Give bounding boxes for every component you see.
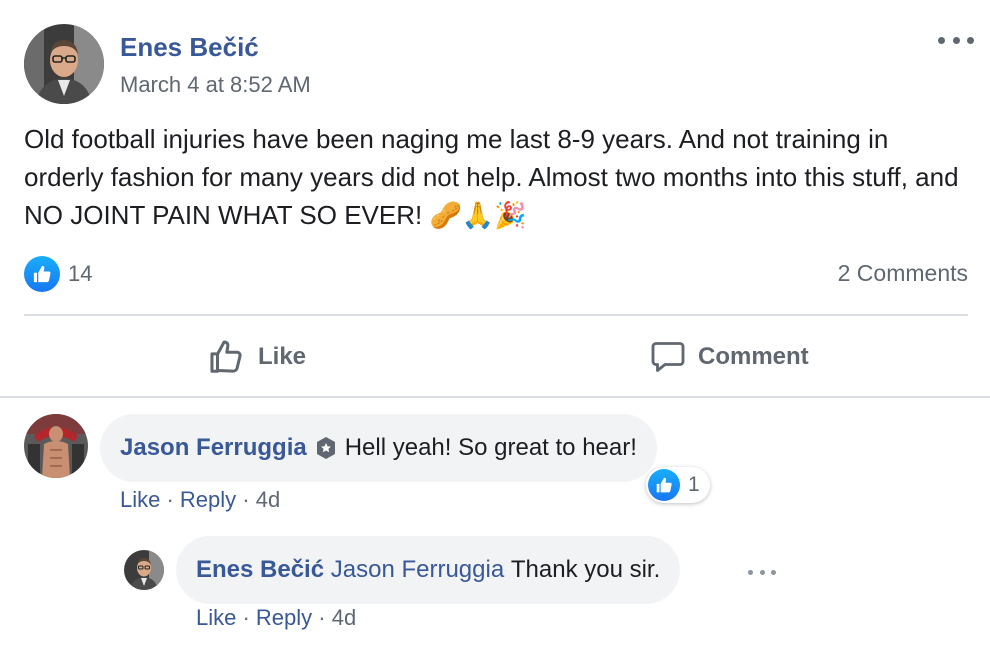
speech-bubble-icon xyxy=(651,342,685,372)
comment-age[interactable]: 4d xyxy=(256,487,280,512)
comment-button-label: Comment xyxy=(698,343,809,370)
reply-meta: Like · Reply · 4d xyxy=(196,605,357,630)
commenter-avatar[interactable] xyxy=(24,414,88,478)
comment-author-name[interactable]: Jason Ferruggia xyxy=(120,434,307,462)
comment-reaction-pill[interactable]: 1 xyxy=(646,467,710,503)
reply-like-link[interactable]: Like xyxy=(196,605,236,630)
reply-age[interactable]: 4d xyxy=(332,605,356,630)
reply-reply-link[interactable]: Reply xyxy=(256,605,312,630)
comment-meta: Like · Reply · 4d xyxy=(120,487,281,512)
like-button-label: Like xyxy=(258,343,307,370)
comment-bubble: Jason Ferruggia Hell yeah! So great to h… xyxy=(100,414,657,482)
thumbs-up-icon xyxy=(24,256,60,292)
comment-button[interactable]: Comment xyxy=(650,332,809,382)
reply-bubble: Enes Bečić Jason Ferruggia Thank you sir… xyxy=(176,536,681,604)
thumbs-up-outline-icon xyxy=(210,340,242,373)
post-author-name[interactable]: Enes Bečić xyxy=(120,32,259,63)
reaction-count: 14 xyxy=(68,261,93,286)
comment-text: Hell yeah! So great to hear! xyxy=(344,434,637,461)
post-timestamp[interactable]: March 4 at 8:52 AM xyxy=(120,72,311,98)
comment-like-link[interactable]: Like xyxy=(120,487,160,512)
reply-author-avatar[interactable] xyxy=(124,550,164,590)
comment-reaction-count: 1 xyxy=(688,473,700,496)
comment-reply-link[interactable]: Reply xyxy=(180,487,236,512)
top-fan-badge-icon xyxy=(316,437,335,459)
more-horizontal-icon[interactable] xyxy=(748,568,776,576)
divider xyxy=(24,314,968,316)
reaction-summary[interactable]: 14 xyxy=(24,256,92,292)
reply-mention[interactable]: Jason Ferruggia xyxy=(331,556,504,584)
reply-author-name[interactable]: Enes Bečić xyxy=(196,556,324,584)
author-avatar[interactable] xyxy=(24,24,104,104)
more-horizontal-icon[interactable] xyxy=(938,34,974,46)
like-button[interactable]: Like xyxy=(208,332,306,382)
post-text: Old football injuries have been naging m… xyxy=(24,124,959,230)
post-header: Enes Bečić March 4 at 8:52 AM xyxy=(24,24,974,106)
reply-text: Thank you sir. xyxy=(510,556,661,583)
comment-count-link[interactable]: 2 Comments xyxy=(838,260,968,287)
thumbs-up-icon xyxy=(648,469,680,501)
divider xyxy=(0,396,990,398)
